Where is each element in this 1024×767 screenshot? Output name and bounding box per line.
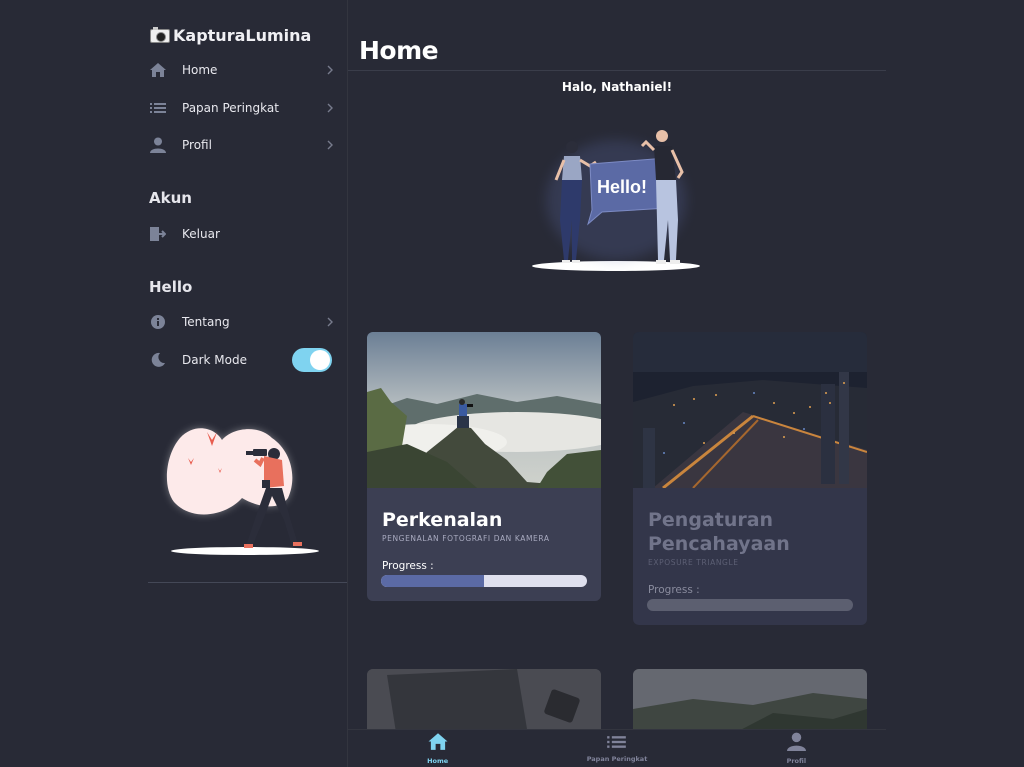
section-title-akun: Akun xyxy=(149,189,192,207)
bottom-nav-home[interactable]: Home xyxy=(348,730,527,767)
course-card-lighting[interactable]: Pengaturan Pencahayaan EXPOSURE TRIANGLE… xyxy=(633,332,867,625)
sidebar: KapturaLumina Home Papan Peringkat Profi… xyxy=(0,0,348,767)
card-subtitle: EXPOSURE TRIANGLE xyxy=(648,558,739,567)
person-icon xyxy=(148,135,168,155)
progress-bar xyxy=(647,599,853,611)
dark-mode-toggle[interactable] xyxy=(292,348,332,372)
list-icon xyxy=(607,734,627,753)
list-icon xyxy=(148,98,168,118)
hero-bubble-text: Hello! xyxy=(597,177,647,197)
photographer-illustration xyxy=(166,428,319,555)
sidebar-item-label: Papan Peringkat xyxy=(182,101,279,115)
info-icon xyxy=(148,312,168,332)
card-subtitle: PENGENALAN FOTOGRAFI DAN KAMERA xyxy=(382,534,550,543)
person-icon xyxy=(786,732,806,755)
home-icon xyxy=(148,60,168,80)
greeting: Halo, Nathaniel! xyxy=(561,80,673,94)
sidebar-item-label: Keluar xyxy=(182,227,220,241)
sidebar-item-leaderboard[interactable]: Papan Peringkat xyxy=(148,95,336,121)
chevron-right-icon xyxy=(324,139,336,151)
bottom-nav-label: Papan Peringkat xyxy=(586,755,648,763)
progress-bar xyxy=(381,575,587,587)
bottom-nav: Home Papan Peringkat Profil xyxy=(348,729,886,767)
sidebar-item-label: Profil xyxy=(182,138,212,152)
chevron-right-icon xyxy=(324,102,336,114)
card-title: Perkenalan xyxy=(382,509,503,531)
sidebar-item-label: Dark Mode xyxy=(182,353,247,367)
card-image-mountain xyxy=(367,332,601,488)
sidebar-item-profile[interactable]: Profil xyxy=(148,132,336,158)
chevron-right-icon xyxy=(324,316,336,328)
bottom-nav-leaderboard[interactable]: Papan Peringkat xyxy=(527,730,706,767)
sidebar-item-about[interactable]: Tentang xyxy=(148,309,336,335)
logout-icon xyxy=(148,224,168,244)
camera-icon xyxy=(150,26,170,43)
chevron-right-icon xyxy=(324,64,336,76)
home-icon xyxy=(427,732,449,755)
section-title-hello: Hello xyxy=(149,278,193,296)
header-divider xyxy=(348,70,886,71)
sidebar-item-logout[interactable]: Keluar xyxy=(148,221,336,247)
sidebar-divider xyxy=(148,582,347,583)
progress-label: Progress : xyxy=(382,560,434,572)
brand: KapturaLumina xyxy=(150,26,311,45)
bottom-nav-profile[interactable]: Profil xyxy=(707,730,886,767)
sidebar-item-dark-mode: Dark Mode xyxy=(148,347,288,373)
brand-name: KapturaLumina xyxy=(173,26,312,45)
sidebar-item-label: Tentang xyxy=(182,315,230,329)
toggle-knob xyxy=(310,350,330,370)
progress-fill xyxy=(381,575,484,587)
card-image-city-night xyxy=(633,332,867,488)
bottom-nav-label: Profil xyxy=(786,757,807,765)
progress-label: Progress : xyxy=(648,584,700,596)
sidebar-item-label: Home xyxy=(182,63,218,77)
bottom-nav-label: Home xyxy=(427,757,449,765)
sidebar-item-home[interactable]: Home xyxy=(148,57,336,83)
page-title: Home xyxy=(359,36,439,65)
course-card-introduction[interactable]: Perkenalan PENGENALAN FOTOGRAFI DAN KAME… xyxy=(367,332,601,601)
moon-icon xyxy=(148,350,168,370)
card-title: Pengaturan Pencahayaan xyxy=(648,509,790,555)
hello-illustration: Hello! xyxy=(532,130,700,271)
